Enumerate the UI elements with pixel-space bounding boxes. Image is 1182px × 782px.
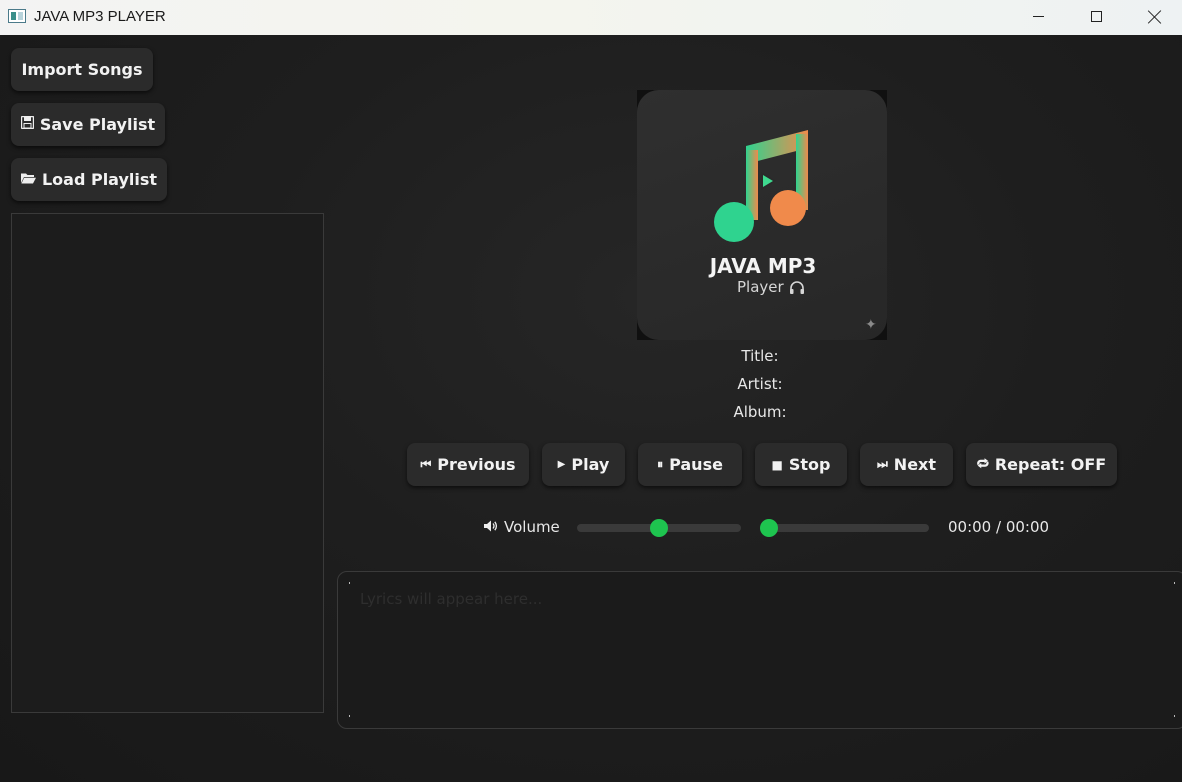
track-album: Album: xyxy=(733,403,787,421)
corner-dot xyxy=(1174,582,1175,584)
volume-slider-thumb[interactable] xyxy=(650,519,668,537)
album-art: JAVA MP3 Player ✦ xyxy=(637,90,887,340)
track-artist: Artist: xyxy=(737,375,783,393)
maximize-icon xyxy=(1090,11,1102,22)
sparkle-icon: ✦ xyxy=(865,316,877,332)
close-button[interactable] xyxy=(1126,0,1182,33)
corner-dot xyxy=(1174,715,1175,717)
save-playlist-label: Save Playlist xyxy=(39,115,156,134)
app-icon xyxy=(8,9,26,23)
maximize-button[interactable] xyxy=(1067,0,1125,33)
repeat-label: Repeat: OFF xyxy=(994,455,1107,474)
minimize-icon xyxy=(1032,16,1044,17)
load-playlist-label: Load Playlist xyxy=(41,170,158,189)
open-folder-icon xyxy=(20,172,36,188)
stop-button[interactable]: ■ Stop xyxy=(755,443,847,486)
time-display: 00:00 / 00:00 xyxy=(948,518,1050,536)
headphones-icon xyxy=(790,281,804,294)
stop-icon: ■ xyxy=(771,457,783,472)
album-art-card: JAVA MP3 Player ✦ xyxy=(637,90,887,340)
track-title: Title: xyxy=(741,347,779,365)
floppy-disk-icon xyxy=(20,115,35,133)
play-label: Play xyxy=(571,455,610,474)
import-songs-label: Import Songs xyxy=(21,60,143,79)
pause-button[interactable]: ⏸ Pause xyxy=(638,443,742,486)
music-note-icon xyxy=(714,130,808,242)
next-label: Next xyxy=(893,455,937,474)
save-playlist-button[interactable]: Save Playlist xyxy=(11,103,165,146)
import-songs-button[interactable]: Import Songs xyxy=(11,48,153,91)
lyrics-placeholder: Lyrics will appear here... xyxy=(360,590,543,608)
repeat-icon: 🔁︎ xyxy=(976,457,989,471)
corner-dot xyxy=(349,582,350,584)
volume-label: Volume xyxy=(504,518,560,536)
speaker-icon xyxy=(484,520,498,535)
title-bar: JAVA MP3 PLAYER xyxy=(0,0,1182,35)
skip-back-icon: ⏮ xyxy=(420,457,432,471)
previous-label: Previous xyxy=(437,455,516,474)
load-playlist-button[interactable]: Load Playlist xyxy=(11,158,167,201)
stop-label: Stop xyxy=(788,455,831,474)
album-art-subtitle: Player xyxy=(737,278,784,296)
play-icon: ▶ xyxy=(557,459,566,470)
pause-icon: ⏸ xyxy=(657,457,664,471)
window-title: JAVA MP3 PLAYER xyxy=(34,8,166,25)
playlist-list[interactable] xyxy=(11,213,324,713)
lyrics-area[interactable]: Lyrics will appear here... xyxy=(337,571,1182,729)
corner-dot xyxy=(349,715,350,717)
main-panel: Import Songs Save Playlist Load Playlist xyxy=(0,35,1182,782)
skip-forward-icon: ⏭ xyxy=(876,457,888,471)
close-icon xyxy=(1148,10,1162,24)
pause-label: Pause xyxy=(669,455,723,474)
play-button[interactable]: ▶ Play xyxy=(542,443,625,486)
repeat-button[interactable]: 🔁︎ Repeat: OFF xyxy=(966,443,1117,486)
next-button[interactable]: ⏭ Next xyxy=(860,443,953,486)
seek-slider[interactable] xyxy=(760,524,929,532)
album-art-title: JAVA MP3 xyxy=(709,254,817,278)
minimize-button[interactable] xyxy=(1009,0,1067,33)
previous-button[interactable]: ⏮ Previous xyxy=(407,443,529,486)
seek-slider-thumb[interactable] xyxy=(760,519,778,537)
